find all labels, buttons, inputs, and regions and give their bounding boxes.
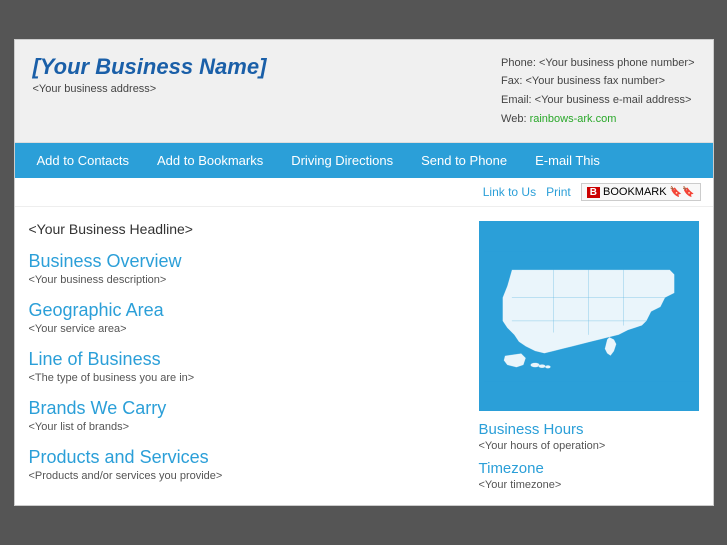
- utility-bar: Link to Us Print B BOOKMARK 🔖🔖: [15, 178, 713, 207]
- header-right: Phone: <Your business phone number> Fax:…: [501, 54, 694, 129]
- section-title-0: Business Overview: [29, 251, 459, 272]
- business-headline: <Your Business Headline>: [29, 221, 459, 237]
- section-desc-3: <Your list of brands>: [29, 421, 459, 433]
- fax-line: Fax: <Your business fax number>: [501, 72, 694, 91]
- navbar: Add to Contacts Add to Bookmarks Driving…: [15, 143, 713, 178]
- header: [Your Business Name] <Your business addr…: [15, 40, 713, 144]
- nav-driving-directions[interactable]: Driving Directions: [277, 143, 407, 178]
- section-title-4: Products and Services: [29, 447, 459, 468]
- web-line: Web: rainbows-ark.com: [501, 110, 694, 129]
- section-title-2: Line of Business: [29, 349, 459, 370]
- right-column: Business Hours <Your hours of operation>…: [479, 221, 699, 491]
- link-to-us[interactable]: Link to Us: [483, 185, 536, 199]
- bookmark-icon-label: B: [587, 187, 600, 198]
- map-svg: [484, 226, 693, 407]
- page-wrapper: [Your Business Name] <Your business addr…: [14, 39, 714, 507]
- us-map: [479, 221, 699, 411]
- phone-line: Phone: <Your business phone number>: [501, 54, 694, 73]
- section-desc-2: <The type of business you are in>: [29, 372, 459, 384]
- web-label: Web:: [501, 113, 530, 125]
- section-desc-1: <Your service area>: [29, 323, 459, 335]
- nav-add-to-contacts[interactable]: Add to Contacts: [23, 143, 144, 178]
- web-url-link[interactable]: rainbows-ark.com: [530, 113, 617, 125]
- left-column: <Your Business Headline> Business Overvi…: [29, 221, 479, 491]
- section-desc-0: <Your business description>: [29, 274, 459, 286]
- business-name: [Your Business Name]: [33, 54, 267, 80]
- bookmark-button[interactable]: B BOOKMARK 🔖🔖: [581, 183, 701, 201]
- right-section-desc-0: <Your hours of operation>: [479, 440, 699, 452]
- email-line: Email: <Your business e-mail address>: [501, 91, 694, 110]
- business-address: <Your business address>: [33, 83, 267, 95]
- print-link[interactable]: Print: [546, 185, 571, 199]
- bookmark-icons: 🔖🔖: [670, 187, 695, 198]
- right-section-desc-1: <Your timezone>: [479, 479, 699, 491]
- nav-send-to-phone[interactable]: Send to Phone: [407, 143, 521, 178]
- bookmark-label: BOOKMARK: [603, 186, 667, 198]
- section-desc-4: <Products and/or services you provide>: [29, 470, 459, 482]
- nav-email-this[interactable]: E-mail This: [521, 143, 614, 178]
- right-section-title-0: Business Hours: [479, 421, 699, 438]
- nav-add-to-bookmarks[interactable]: Add to Bookmarks: [143, 143, 277, 178]
- main-content: <Your Business Headline> Business Overvi…: [15, 207, 713, 505]
- right-section-title-1: Timezone: [479, 460, 699, 477]
- header-left: [Your Business Name] <Your business addr…: [33, 54, 267, 95]
- section-title-1: Geographic Area: [29, 300, 459, 321]
- section-title-3: Brands We Carry: [29, 398, 459, 419]
